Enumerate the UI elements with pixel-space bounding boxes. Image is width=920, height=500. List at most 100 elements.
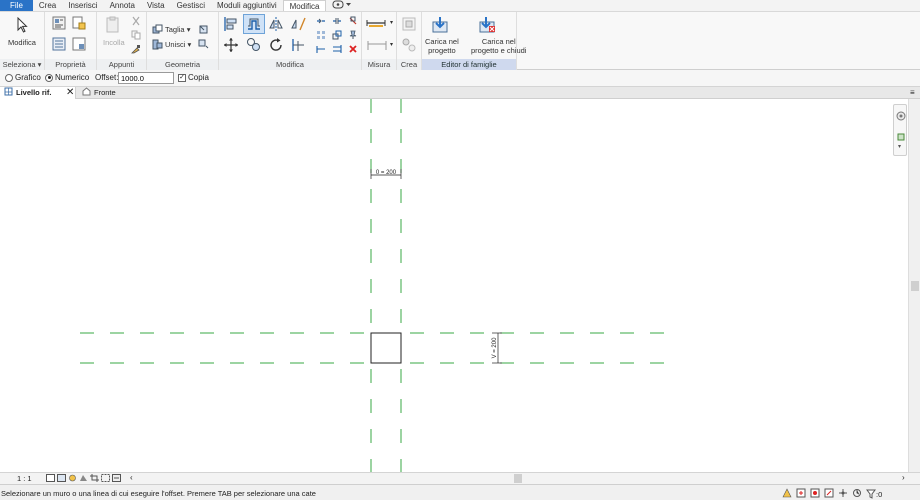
select-panel-label[interactable]: Seleziona ▾ — [0, 59, 44, 70]
visual-style-icon[interactable] — [57, 474, 66, 484]
measure-icon[interactable] — [365, 17, 389, 29]
dimension-dropdown-arrow[interactable]: ▾ — [390, 41, 393, 48]
copy-checkbox[interactable]: ✓ — [178, 73, 186, 82]
crop-view-icon[interactable] — [90, 474, 99, 484]
numeric-option[interactable]: Numerico — [45, 73, 89, 82]
load-into-project-and-close-button[interactable]: Carica nel progetto e chiudi — [471, 37, 526, 55]
tab-file[interactable]: File — [0, 0, 33, 11]
tab-vista[interactable]: Vista — [141, 0, 171, 11]
pin-icon[interactable] — [347, 29, 359, 41]
detail-level-icon[interactable] — [46, 474, 55, 484]
match-type-icon[interactable] — [130, 43, 142, 55]
split-element-icon[interactable] — [315, 15, 327, 27]
copy-element-icon[interactable] — [245, 36, 263, 54]
tab-gestisci[interactable]: Gestisci — [171, 0, 211, 11]
offset-input[interactable] — [118, 72, 174, 84]
view-tab-livello-rif[interactable]: Livello rif. — [0, 87, 76, 99]
select-links-icon[interactable] — [782, 488, 792, 500]
cut-icon[interactable] — [130, 15, 142, 27]
paste-button[interactable]: Incolla — [103, 38, 125, 47]
unpin-icon[interactable] — [347, 15, 359, 27]
steering-wheel-icon[interactable] — [896, 111, 906, 124]
tab-crea[interactable]: Crea — [33, 0, 62, 11]
mirror-axis-icon[interactable] — [267, 15, 285, 33]
array-icon[interactable] — [315, 29, 327, 41]
drawing-canvas[interactable]: 0 = 200 V = 200 — [0, 99, 908, 472]
horizontal-scroll-thumb[interactable] — [514, 474, 522, 483]
cut-button[interactable]: Taglia ▾ — [165, 25, 190, 34]
load-into-project-icon[interactable] — [430, 15, 450, 35]
offset-label: Offset: — [95, 73, 119, 82]
clipboard-panel: Incolla Appunti — [97, 12, 147, 70]
trim-multiple-icon[interactable] — [331, 43, 343, 55]
graphic-radio[interactable] — [5, 73, 13, 82]
dimension-label-top[interactable]: 0 = 200 — [376, 170, 397, 176]
numeric-radio[interactable] — [45, 73, 53, 82]
trim-single-icon[interactable] — [315, 43, 327, 55]
delete-icon[interactable] — [347, 43, 359, 55]
select-by-face-icon[interactable] — [824, 488, 834, 500]
family-category-icon[interactable] — [71, 15, 87, 31]
measure-dropdown-arrow[interactable]: ▾ — [390, 19, 393, 26]
sun-path-icon[interactable] — [68, 474, 77, 484]
create-group-icon[interactable] — [400, 15, 418, 33]
select-underlay-icon[interactable] — [796, 488, 806, 500]
aligned-dimension-icon[interactable] — [365, 38, 389, 52]
modify-button[interactable]: Modifica — [8, 38, 36, 47]
scroll-right-arrow[interactable]: › — [902, 473, 905, 482]
extrusion-outline — [370, 332, 402, 364]
background-process-icon[interactable] — [852, 488, 862, 500]
cope-icon[interactable] — [197, 23, 209, 35]
elevation-icon — [82, 86, 91, 100]
status-message: Selezionare un muro o una linea di cui e… — [1, 489, 316, 498]
select-pinned-icon[interactable] — [810, 488, 820, 500]
load-into-project-button[interactable]: Carica nel progetto — [425, 37, 459, 55]
properties-icon[interactable] — [51, 36, 67, 52]
zoom-dropdown-arrow[interactable]: ▾ — [898, 143, 901, 150]
ribbon-tab-bar: File Crea Inserisci Annota Vista Gestisc… — [0, 0, 920, 12]
scroll-left-arrow[interactable]: ‹ — [130, 473, 133, 482]
tab-inserisci[interactable]: Inserisci — [62, 0, 103, 11]
graphic-option[interactable]: Grafico — [5, 73, 41, 82]
temporary-hide-icon[interactable] — [112, 474, 121, 484]
family-types-icon[interactable] — [51, 15, 67, 31]
shadows-icon[interactable] — [79, 474, 88, 484]
join-geometry-icon[interactable] — [151, 38, 163, 50]
move-icon[interactable] — [222, 36, 240, 54]
scale-icon[interactable] — [331, 29, 343, 41]
create-similar-icon[interactable] — [400, 36, 418, 54]
drag-elements-icon[interactable] — [838, 488, 848, 500]
reference-planes-drawing: 0 = 200 V = 200 — [80, 99, 665, 472]
view-tabs-menu-icon[interactable]: ≡ — [910, 88, 915, 97]
offset-icon[interactable] — [243, 14, 265, 34]
vertical-scrollbar[interactable] — [908, 99, 920, 472]
type-properties-icon[interactable] — [71, 36, 87, 52]
mirror-draw-icon[interactable] — [289, 15, 307, 33]
tab-annota[interactable]: Annota — [104, 0, 141, 11]
copy-icon[interactable] — [130, 29, 142, 41]
dimension-label-right[interactable]: V = 200 — [492, 337, 498, 359]
properties-panel-label: Proprietà — [45, 59, 96, 70]
view-scale[interactable]: 1 : 1 — [17, 474, 32, 483]
show-crop-region-icon[interactable] — [101, 474, 110, 484]
tab-moduli-aggiuntivi[interactable]: Moduli aggiuntivi — [211, 0, 283, 11]
align-icon[interactable] — [222, 15, 240, 33]
modify-cursor-icon[interactable] — [13, 16, 31, 34]
trim-extend-icon[interactable] — [289, 36, 307, 54]
load-and-close-icon[interactable] — [477, 15, 497, 35]
paste-icon[interactable] — [104, 15, 122, 35]
tab-modifica[interactable]: Modifica — [282, 0, 327, 11]
wall-joins-icon[interactable] — [197, 38, 209, 50]
ribbon-minimize-toggle[interactable] — [326, 0, 358, 11]
measure-panel-label: Misura — [362, 59, 396, 70]
filter-icon[interactable]: :0 — [866, 489, 882, 499]
graphic-label: Grafico — [15, 73, 41, 82]
split-gap-icon[interactable] — [331, 15, 343, 27]
copy-option[interactable]: ✓ Copia — [178, 73, 209, 82]
vertical-scroll-thumb[interactable] — [911, 281, 919, 291]
rotate-icon[interactable] — [267, 36, 285, 54]
close-view-icon[interactable]: ✕ — [66, 87, 74, 99]
join-button[interactable]: Unisci ▾ — [165, 40, 191, 49]
cut-geometry-icon[interactable] — [151, 23, 163, 35]
view-tab-fronte[interactable]: Fronte — [78, 86, 116, 100]
